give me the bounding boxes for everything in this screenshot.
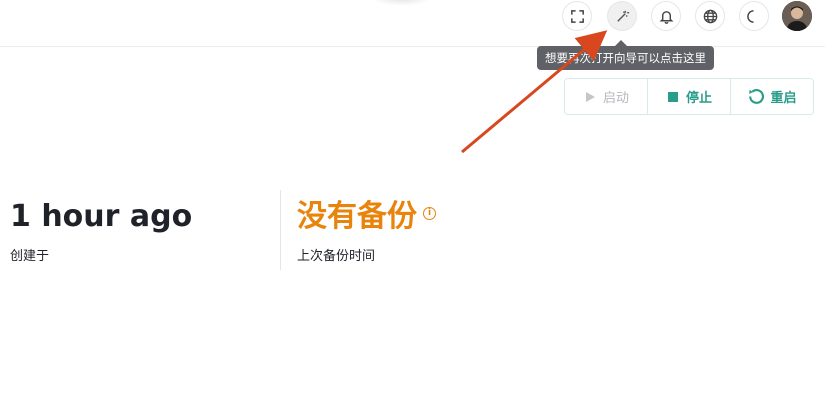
stop-button[interactable]: 停止 bbox=[648, 79, 731, 114]
server-controls: 启动 停止 重启 bbox=[564, 78, 814, 115]
backup-label: 上次备份时间 bbox=[297, 249, 376, 264]
restart-button-label: 重启 bbox=[770, 91, 797, 106]
created-stat: 1 hour ago 创建于 bbox=[10, 195, 192, 264]
backup-stat: 没有备份 i 上次备份时间 bbox=[297, 195, 436, 264]
moon-icon[interactable] bbox=[739, 1, 769, 31]
header-shadow bbox=[372, 0, 432, 6]
fullscreen-icon[interactable] bbox=[562, 1, 592, 31]
created-value: 1 hour ago bbox=[10, 199, 193, 234]
start-button[interactable]: 启动 bbox=[565, 79, 648, 114]
top-bar bbox=[0, 0, 825, 47]
bell-icon[interactable] bbox=[651, 1, 681, 31]
backup-value: 没有备份 bbox=[297, 199, 417, 234]
restart-button[interactable]: 重启 bbox=[731, 79, 813, 114]
stop-button-label: 停止 bbox=[685, 91, 712, 106]
guide-tooltip: 想要再次打开向导可以点击这里 bbox=[537, 46, 714, 70]
restart-icon bbox=[749, 89, 765, 104]
stop-icon bbox=[667, 91, 678, 102]
created-label: 创建于 bbox=[10, 249, 50, 264]
avatar[interactable] bbox=[782, 1, 812, 31]
play-icon bbox=[585, 91, 595, 102]
start-button-label: 启动 bbox=[602, 91, 629, 106]
globe-icon[interactable] bbox=[695, 1, 725, 31]
stat-divider bbox=[280, 190, 281, 270]
info-icon[interactable]: i bbox=[423, 207, 436, 220]
magic-wand-icon[interactable] bbox=[607, 1, 637, 31]
